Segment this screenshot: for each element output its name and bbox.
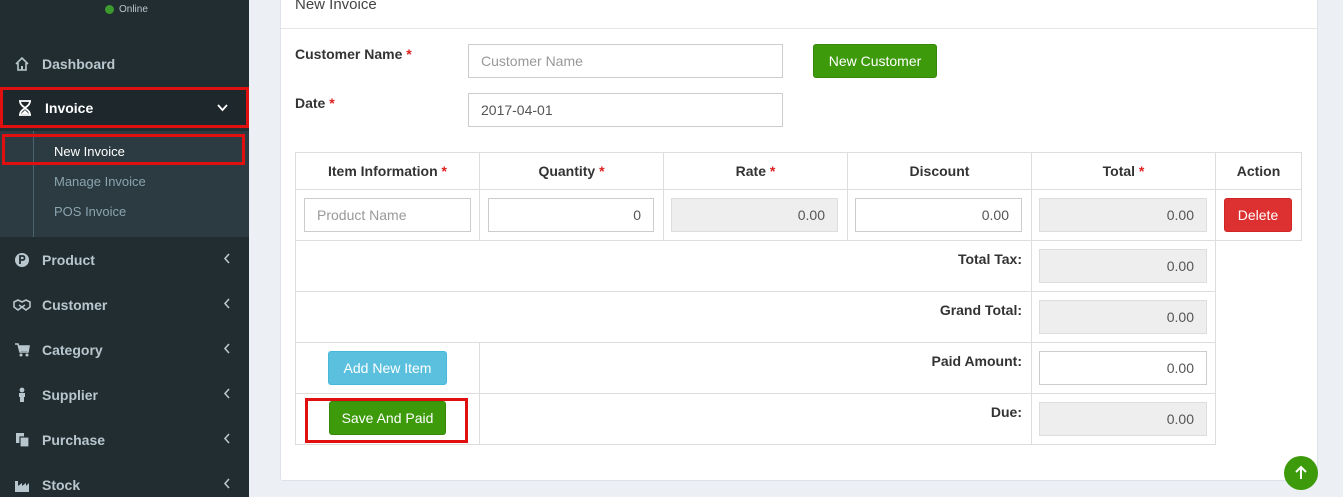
column-header-total: Total * bbox=[1031, 163, 1216, 179]
sidebar-item-stock[interactable]: Stock bbox=[0, 462, 249, 497]
date-label-text: Date bbox=[295, 95, 326, 111]
column-header-item-information: Item Information * bbox=[295, 163, 480, 179]
date-input[interactable]: 2017-04-01 bbox=[468, 93, 783, 127]
total-tax-field: 0.00 bbox=[1039, 249, 1207, 283]
page-title: New Invoice bbox=[295, 0, 377, 13]
column-header-label: Item Information bbox=[327, 163, 438, 179]
column-header-label: Total bbox=[1102, 163, 1136, 179]
sidebar-item-label: Stock bbox=[42, 476, 81, 493]
new-customer-button[interactable]: New Customer bbox=[813, 44, 937, 78]
chevron-left-icon bbox=[223, 252, 231, 267]
sidebar-item-dashboard[interactable]: Dashboard bbox=[0, 41, 249, 86]
scroll-to-top-button[interactable] bbox=[1284, 456, 1318, 490]
panel-divider bbox=[281, 28, 1317, 29]
column-header-label: Rate bbox=[735, 163, 766, 179]
paid-amount-label: Paid Amount: bbox=[931, 353, 1022, 369]
chevron-left-icon bbox=[223, 342, 231, 357]
total-input: 0.00 bbox=[1039, 198, 1207, 232]
required-mark: * bbox=[329, 95, 335, 111]
hourglass-icon bbox=[15, 98, 35, 118]
sidebar-item-purchase[interactable]: Purchase bbox=[0, 417, 249, 462]
sidebar-item-customer[interactable]: Customer bbox=[0, 282, 249, 327]
required-mark: * bbox=[406, 46, 412, 62]
user-status: Online bbox=[105, 4, 148, 15]
sidebar-item-product[interactable]: Product bbox=[0, 237, 249, 282]
sidebar-item-label: Product bbox=[42, 251, 95, 268]
copy-icon bbox=[12, 430, 32, 450]
home-icon bbox=[12, 54, 32, 74]
required-mark: * bbox=[599, 163, 605, 179]
sidebar-item-supplier[interactable]: Supplier bbox=[0, 372, 249, 417]
column-header-discount: Discount bbox=[847, 163, 1032, 179]
paid-amount-input[interactable]: 0.00 bbox=[1039, 351, 1207, 385]
product-name-input[interactable]: Product Name bbox=[304, 198, 471, 232]
due-label: Due: bbox=[990, 404, 1022, 420]
sidebar-item-invoice[interactable]: Invoice bbox=[0, 87, 249, 128]
chevron-left-icon bbox=[223, 387, 231, 402]
add-new-item-button[interactable]: Add New Item bbox=[328, 351, 447, 385]
quantity-input[interactable]: 0 bbox=[488, 198, 654, 232]
grand-total-label: Grand Total: bbox=[939, 302, 1022, 318]
discount-input[interactable]: 0.00 bbox=[855, 198, 1022, 232]
column-header-quantity: Quantity * bbox=[479, 163, 664, 179]
sidebar-item-label: Customer bbox=[42, 296, 108, 313]
sidebar-item-label: Invoice bbox=[45, 99, 94, 116]
cart-icon bbox=[12, 340, 32, 360]
product-p-icon bbox=[12, 250, 32, 270]
chevron-down-icon bbox=[217, 100, 228, 115]
column-header-label: Quantity bbox=[538, 163, 596, 179]
column-header-rate: Rate * bbox=[663, 163, 848, 179]
customer-name-label-text: Customer Name bbox=[295, 46, 403, 62]
due-field: 0.00 bbox=[1039, 402, 1207, 436]
sidebar-item-label: Dashboard bbox=[42, 55, 116, 72]
total-tax-label: Total Tax: bbox=[957, 251, 1022, 267]
sidebar: Online Dashboard Invoice New Invoice Man… bbox=[0, 0, 249, 497]
submenu-item-manage-invoice[interactable]: Manage Invoice bbox=[54, 174, 146, 189]
person-icon bbox=[12, 385, 32, 405]
handshake-icon bbox=[12, 295, 32, 315]
sidebar-item-label: Supplier bbox=[42, 386, 99, 403]
required-mark: * bbox=[441, 163, 447, 179]
user-status-text: Online bbox=[119, 4, 148, 15]
customer-name-input[interactable]: Customer Name bbox=[468, 44, 783, 78]
required-mark: * bbox=[769, 163, 776, 179]
chevron-left-icon bbox=[223, 432, 231, 447]
delete-row-button[interactable]: Delete bbox=[1224, 198, 1292, 232]
date-label: Date * bbox=[295, 95, 335, 111]
factory-icon bbox=[12, 475, 32, 495]
column-header-label: Action bbox=[1236, 163, 1281, 179]
sidebar-item-category[interactable]: Category bbox=[0, 327, 249, 372]
column-header-action: Action bbox=[1215, 163, 1302, 179]
grand-total-field: 0.00 bbox=[1039, 300, 1207, 334]
arrow-up-icon bbox=[1295, 465, 1307, 479]
rate-input: 0.00 bbox=[671, 198, 838, 232]
highlight-box-save-and-paid bbox=[305, 398, 468, 443]
chevron-left-icon bbox=[223, 297, 231, 312]
online-dot-icon bbox=[105, 5, 114, 14]
sidebar-item-label: Purchase bbox=[42, 431, 106, 448]
column-header-label: Discount bbox=[909, 163, 970, 179]
customer-name-label: Customer Name * bbox=[295, 46, 412, 62]
submenu-item-pos-invoice[interactable]: POS Invoice bbox=[54, 204, 126, 219]
sidebar-item-label: Category bbox=[42, 341, 103, 358]
chevron-left-icon bbox=[223, 477, 231, 492]
highlight-box-new-invoice bbox=[2, 134, 245, 165]
required-mark: * bbox=[1138, 163, 1145, 179]
